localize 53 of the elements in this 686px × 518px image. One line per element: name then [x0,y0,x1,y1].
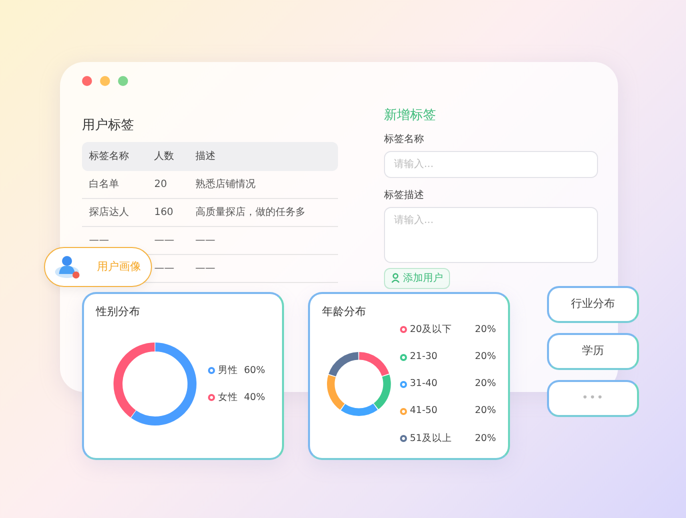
table-cell: —— [154,262,174,274]
column-header: 标签名称 [82,142,148,170]
table-title: 用户标签 [82,117,135,135]
legend-value: 40% [244,390,266,405]
table-cell: —— [195,234,216,246]
legend-value: 20% [474,404,496,418]
table-cell: 探店达人 [89,206,129,218]
legend-value: 20% [474,322,496,337]
more-button[interactable]: ••• [547,380,639,417]
column-header: 人数 [147,142,188,170]
close-dot[interactable] [82,76,92,86]
input-field[interactable]: 请输入... [384,150,598,178]
legend-label: 41-50 [410,404,438,418]
form-title: 新增标签 [384,107,437,125]
table-cell: 160 [154,206,174,218]
legend-value: 20% [474,432,496,446]
legend-dot [400,380,407,388]
table-cell: —— [195,262,216,274]
add-user-button[interactable]: 添加用户 [384,268,450,288]
card-title: 年龄分布 [322,304,367,320]
legend-value: 20% [474,350,496,364]
legend-label: 51及以上 [410,432,453,446]
legend-dot [400,408,407,415]
field-label: 标签名称 [384,132,425,146]
category-button[interactable]: 学历 [547,333,639,370]
card-title: 性别分布 [96,304,141,320]
legend-label: 21-30 [410,350,438,364]
category-button[interactable]: 行业分布 [547,286,639,323]
legend-dot [208,394,215,402]
legend-dot [400,435,407,442]
tab-label: 用户画像 [97,258,141,275]
minimize-dot[interactable] [100,76,110,86]
legend-dot [400,354,407,360]
legend-label: 女性 [218,390,238,405]
legend-value: 60% [244,364,266,378]
legend-label: 男性 [218,364,238,378]
table-cell: —— [89,234,109,246]
table-cell: 白名单 [89,178,119,190]
legend-dot [208,367,215,374]
table-cell: 高质量探店，做的任务多 [195,206,306,218]
field-label: 标签描述 [384,188,425,202]
legend-label: 31-40 [410,377,438,392]
legend-label: 20及以下 [410,322,453,337]
legend-value: 20% [474,377,496,392]
table-cell: 20 [154,178,167,190]
user-portrait-tab[interactable]: 用户画像 [44,247,152,287]
table-cell: —— [154,234,174,246]
maximize-dot[interactable] [118,76,128,86]
table-cell: 熟悉店铺情况 [195,178,256,190]
legend-dot [400,326,407,334]
column-header: 描述 [188,142,338,170]
text-area[interactable]: 请输入... [384,206,598,262]
user-icon [391,273,400,283]
